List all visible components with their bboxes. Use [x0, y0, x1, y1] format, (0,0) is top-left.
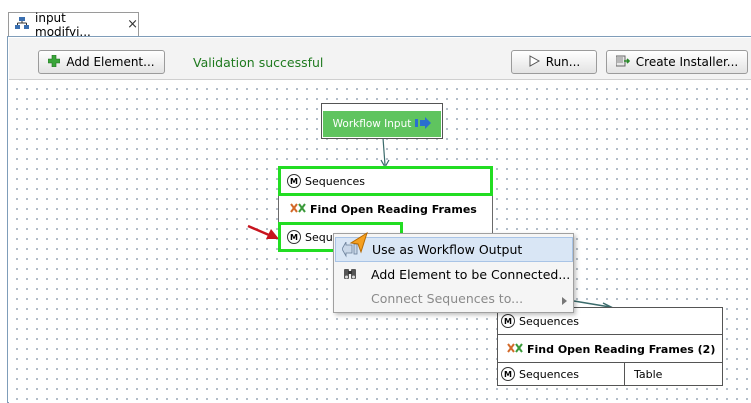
m-icon: M: [287, 174, 301, 188]
node1-input-label: Sequences: [305, 174, 365, 188]
divider: [624, 362, 625, 385]
menu-item-label: Add Element to be Connected...: [371, 267, 571, 282]
node2-title-row: Find Open Reading Frames (2): [507, 339, 715, 359]
workflow-input-node[interactable]: Workflow Input: [321, 103, 443, 139]
divider: [498, 334, 722, 335]
node2-input-port[interactable]: M Sequences: [501, 311, 579, 331]
find-orf-2-node[interactable]: M Sequences Find Open Reading Frames (2)…: [497, 307, 723, 386]
m-icon: M: [287, 230, 301, 244]
m-icon: M: [501, 367, 515, 381]
menu-item-connect-sequences-to[interactable]: Connect Sequences to...: [335, 286, 573, 311]
workflow-input-label: Workflow Input: [332, 118, 412, 130]
orf-icon: [507, 342, 523, 356]
submenu-arrow-icon: [562, 293, 567, 308]
orf-icon: [290, 202, 306, 216]
divider: [498, 362, 722, 363]
arrow-right-icon: [415, 116, 432, 132]
node2-output-port[interactable]: M Sequences: [501, 365, 579, 383]
node2-input-label: Sequences: [519, 314, 579, 328]
cursor-icon: [349, 231, 371, 258]
m-icon: M: [501, 314, 515, 328]
menu-item-label: Use as Workflow Output: [372, 242, 523, 257]
node1-title: Find Open Reading Frames: [310, 202, 477, 216]
node1-input-port[interactable]: M Sequences: [278, 166, 493, 196]
node2-output-label: Sequences: [519, 367, 579, 381]
node1-title-row: Find Open Reading Frames: [290, 200, 477, 218]
menu-item-label: Connect Sequences to...: [371, 291, 524, 306]
menu-item-add-element-to-be-connected[interactable]: Add Element to be Connected...: [335, 262, 573, 287]
workflow-input-header: Workflow Input: [323, 111, 441, 137]
binoculars-icon: [343, 267, 357, 284]
node2-title: Find Open Reading Frames (2): [527, 342, 716, 356]
node2-output-right[interactable]: Table: [634, 365, 662, 383]
